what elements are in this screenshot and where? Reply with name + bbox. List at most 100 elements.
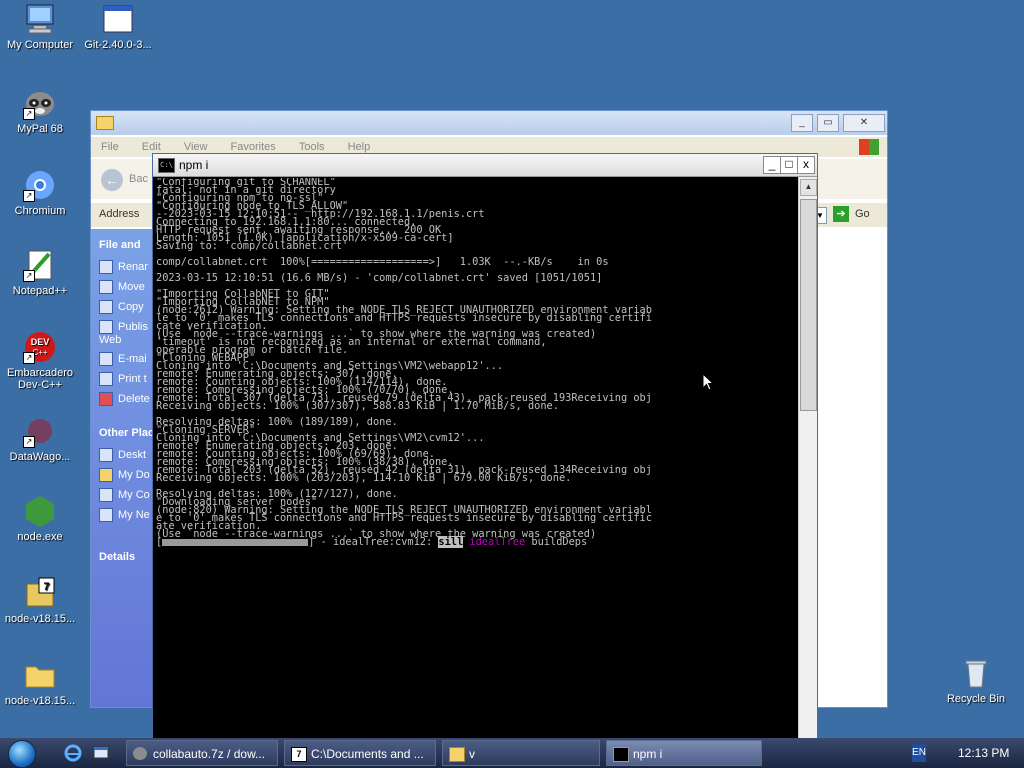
folder-icon xyxy=(96,116,114,130)
taskbar-task-collabauto[interactable]: collabauto.7z / dow... xyxy=(126,740,278,766)
back-button-label[interactable]: Bac xyxy=(129,173,148,185)
desktop-icon-datawago[interactable]: ↗ DataWago... xyxy=(0,414,80,463)
scroll-up-arrow-icon[interactable]: ▲ xyxy=(800,179,817,196)
shortcut-arrow-icon: ↗ xyxy=(23,108,35,120)
documents-folder-icon xyxy=(99,468,113,482)
console-line: Receiving objects: 100% (203/203), 114.1… xyxy=(156,472,572,484)
copy-icon xyxy=(99,300,113,314)
windows-orb-icon xyxy=(8,740,36,768)
desktop-icon-chromium[interactable]: ↗ Chromium xyxy=(0,168,80,217)
desktop-icon-notepadpp[interactable]: ↗ Notepad++ xyxy=(0,248,80,297)
console-line: comp/collabnet.crt 100%[================… xyxy=(156,256,609,268)
explorer-close-button[interactable]: ✕ xyxy=(843,114,885,132)
task-delete[interactable]: Delete xyxy=(91,389,155,409)
desktop-icon-mypal[interactable]: ↗ MyPal 68 xyxy=(0,86,80,135)
desktop-icon-node-exe[interactable]: node.exe xyxy=(0,494,80,543)
progress-detail: buildDeps xyxy=(525,536,588,548)
notepadpp-icon: ↗ xyxy=(23,248,57,282)
place-my-computer[interactable]: My Co xyxy=(91,485,155,505)
desktop-icon-my-computer[interactable]: My Computer xyxy=(0,2,80,51)
start-button[interactable] xyxy=(0,738,46,768)
raccoon-icon: ↗ xyxy=(23,86,57,120)
console-title: npm i xyxy=(179,158,209,172)
npm-progress-bar xyxy=(162,538,309,546)
desktop-icon-label: Git-2.40.0-3... xyxy=(84,39,152,51)
menu-view[interactable]: View xyxy=(174,137,218,153)
place-desktop[interactable]: Deskt xyxy=(91,445,155,465)
svg-text:7: 7 xyxy=(43,581,49,593)
go-arrow-icon[interactable]: ➔ xyxy=(833,206,849,222)
rename-icon xyxy=(99,260,113,274)
language-indicator[interactable]: EN xyxy=(912,744,926,762)
place-my-network[interactable]: My Ne xyxy=(91,505,155,525)
desktop-icon-devcpp[interactable]: DEV C++ ↗ Embarcadero Dev-C++ xyxy=(0,330,80,391)
show-desktop-icon[interactable] xyxy=(92,744,110,762)
console-scrollbar[interactable]: ▲ xyxy=(798,177,817,744)
other-places-heading: Other Plac xyxy=(99,427,155,439)
explorer-task-pane: File and Renar Move Copy Publis Web E-ma… xyxy=(91,229,155,707)
progress-stage: idealTree xyxy=(469,536,526,548)
go-button[interactable]: Go xyxy=(855,208,870,220)
explorer-minimize-button[interactable]: _ xyxy=(791,114,813,132)
taskbar-task-7zip[interactable]: 7 C:\Documents and ... xyxy=(284,740,436,766)
desktop-icon-label: node-v18.15... xyxy=(4,613,76,625)
taskbar-task-explorer[interactable]: v xyxy=(442,740,600,766)
task-print[interactable]: Print t xyxy=(91,369,155,389)
progress-label: ] - idealTree:cvm12: xyxy=(308,536,439,548)
console-window[interactable]: C:\ npm i _ □ x "Configuring git to SCHA… xyxy=(152,153,818,745)
shortcut-arrow-icon: ↗ xyxy=(23,352,35,364)
console-close-button[interactable]: x xyxy=(797,156,815,174)
archive-7z-icon: 7 xyxy=(291,747,307,762)
menu-help[interactable]: Help xyxy=(338,137,381,153)
browser-raccoon-icon xyxy=(133,747,147,760)
delete-x-icon xyxy=(99,392,113,406)
taskbar: collabauto.7z / dow... 7 C:\Documents an… xyxy=(0,738,1024,768)
explorer-maximize-button[interactable]: ▭ xyxy=(817,114,839,132)
clock[interactable]: 12:13 PM xyxy=(958,746,1009,760)
console-titlebar[interactable]: C:\ npm i _ □ x xyxy=(153,154,817,177)
mouse-pointer-icon xyxy=(702,373,714,391)
svg-text:DEV: DEV xyxy=(31,337,50,347)
desktop-icon-label: DataWago... xyxy=(9,451,71,463)
taskbar-task-npm[interactable]: npm i xyxy=(606,740,762,766)
console-line: Receiving objects: 100% (307/307), 588.8… xyxy=(156,400,559,412)
back-arrow-icon[interactable]: ← xyxy=(101,169,123,191)
task-rename[interactable]: Renar xyxy=(91,257,155,277)
folder-icon xyxy=(23,658,57,692)
desktop-icon-node-folder[interactable]: node-v18.15... xyxy=(0,658,80,707)
shortcut-arrow-icon: ↗ xyxy=(23,436,35,448)
internet-explorer-icon[interactable] xyxy=(64,744,82,762)
details-heading[interactable]: Details xyxy=(91,525,155,569)
desktop-icon-label: node.exe xyxy=(17,531,63,543)
installer-window-icon xyxy=(101,2,135,36)
task-email[interactable]: E-mai xyxy=(91,349,155,369)
scrollbar-thumb[interactable] xyxy=(800,199,817,411)
menu-tools[interactable]: Tools xyxy=(289,137,335,153)
menu-file[interactable]: File xyxy=(91,137,129,153)
desktop-icon-git-installer[interactable]: Git-2.40.0-3... xyxy=(78,2,158,51)
task-move[interactable]: Move xyxy=(91,277,155,297)
desktop-icon-label: MyPal 68 xyxy=(17,123,63,135)
network-icon xyxy=(99,508,113,522)
datawago-icon: ↗ xyxy=(23,414,57,448)
desktop-icon-node-7z[interactable]: 7 node-v18.15... xyxy=(0,576,80,625)
command-prompt-icon: C:\ xyxy=(158,158,175,173)
node-hexagon-icon xyxy=(23,494,57,528)
npm-progress-line: [] - idealTree:cvm12: sill idealTree bui… xyxy=(156,536,794,548)
computer-icon xyxy=(23,2,57,36)
console-minimize-button[interactable]: _ xyxy=(763,156,781,174)
console-maximize-button[interactable]: □ xyxy=(780,156,798,174)
email-icon xyxy=(99,352,113,366)
place-my-documents[interactable]: My Do xyxy=(91,465,155,485)
explorer-titlebar[interactable]: _ ▭ ✕ xyxy=(91,111,887,135)
globe-icon xyxy=(99,320,113,334)
console-output[interactable]: "Configuring git to SCHANNEL" fatal: not … xyxy=(156,178,794,742)
task-publish[interactable]: Publis Web xyxy=(91,317,155,349)
task-copy[interactable]: Copy xyxy=(91,297,155,317)
desktop-icon-recycle-bin[interactable]: Recycle Bin xyxy=(936,656,1016,705)
menu-favorites[interactable]: Favorites xyxy=(221,137,286,153)
menu-edit[interactable]: Edit xyxy=(132,137,171,153)
archive-7z-icon: 7 xyxy=(23,576,57,610)
printer-icon xyxy=(99,372,113,386)
file-folder-tasks-heading: File and xyxy=(99,239,141,251)
